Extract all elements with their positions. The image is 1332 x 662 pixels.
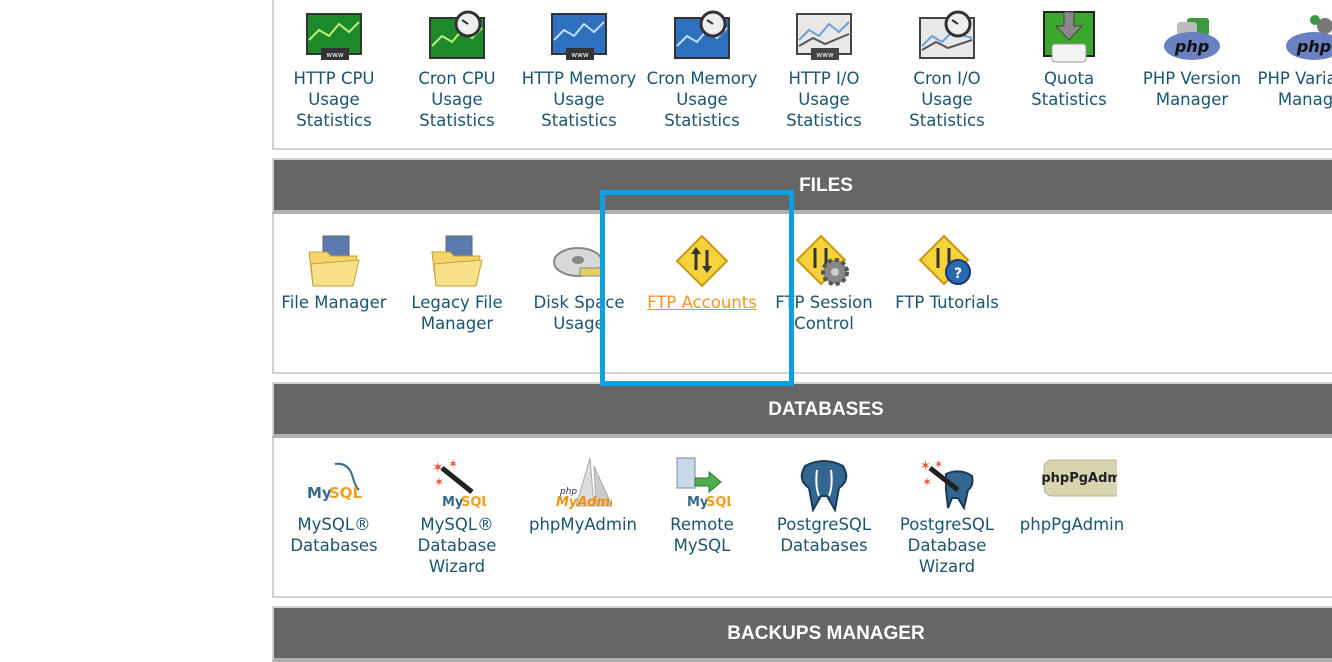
files-item-ftp-session-control[interactable]: FTP Session Control (765, 234, 883, 334)
svg-text:SQL: SQL (461, 495, 486, 510)
item-label: Remote MySQL (670, 515, 734, 555)
svg-text:www: www (326, 51, 343, 59)
svg-text:MyAdmin: MyAdmin (556, 495, 612, 510)
item-label: Cron I/O Usage Statistics (909, 69, 985, 130)
metrics-item-cron-io[interactable]: Cron I/O Usage Statistics (888, 10, 1006, 131)
svg-text:SQL: SQL (706, 495, 731, 510)
item-label: MySQL® Database Wizard (417, 515, 497, 576)
svg-text:✶: ✶ (920, 459, 931, 474)
metrics-item-php-variables[interactable]: php PHP Variables Manager (1255, 10, 1332, 110)
cron-io-chart-icon (919, 10, 975, 59)
postgresql-icon (800, 460, 848, 512)
svg-text:php: php (1296, 37, 1331, 56)
item-label: HTTP I/O Usage Statistics (786, 69, 862, 130)
item-label: PHP Variables Manager (1257, 69, 1332, 109)
databases-item-phpmyadmin[interactable]: phpMyAdmin phpMyAdmin (524, 456, 642, 535)
databases-item-remote-mysql[interactable]: My SQL Remote MySQL (643, 456, 761, 556)
phpmyadmin-icon: phpMyAdmin (556, 457, 612, 510)
ftp-help-icon: ? (918, 234, 971, 286)
files-item-ftp-accounts[interactable]: FTP Accounts (643, 234, 761, 313)
svg-text:php: php (1174, 37, 1209, 56)
svg-text:phpPgAdmin: phpPgAdmin (1041, 471, 1117, 486)
http-io-chart-icon: www (796, 13, 852, 60)
quota-drive-icon (1043, 11, 1095, 63)
svg-text:www: www (816, 51, 833, 59)
ftp-icon (675, 234, 729, 288)
phppgadmin-icon: phpPgAdmin (1041, 459, 1117, 497)
item-label: HTTP CPU Usage Statistics (293, 69, 375, 130)
mysql-wizard-icon: ✶ ✶✶MySQL (432, 457, 486, 510)
item-label: Cron Memory Usage Statistics (646, 69, 758, 130)
item-label: phpMyAdmin (529, 515, 637, 534)
metrics-item-http-cpu[interactable]: www HTTP CPU Usage Statistics (275, 10, 393, 131)
folder-icon (431, 235, 483, 287)
item-label: phpPgAdmin (1019, 515, 1125, 534)
metrics-item-php-version[interactable]: php PHP Version Manager (1133, 10, 1251, 110)
http-cpu-chart-icon: www (306, 13, 362, 60)
databases-item-postgresql-wizard[interactable]: ✶ ✶ ✶ PostgreSQL Database Wizard (888, 456, 1006, 577)
item-label: HTTP Memory Usage Statistics (521, 69, 637, 130)
metrics-item-quota[interactable]: Quota Statistics (1010, 10, 1128, 110)
cron-memory-chart-icon (674, 10, 730, 59)
files-item-legacy-file-manager[interactable]: Legacy File Manager (398, 234, 516, 334)
item-label: Cron CPU Usage Statistics (418, 69, 496, 130)
metrics-item-http-memory[interactable]: www HTTP Memory Usage Statistics (520, 10, 638, 131)
databases-section-header: DATABASES (272, 382, 1332, 438)
files-item-disk-space-usage[interactable]: Disk Space Usage (520, 234, 638, 334)
item-label: PostgreSQL Database Wizard (899, 515, 995, 576)
databases-item-mysql-databases[interactable]: My SQL MySQL® Databases (275, 456, 393, 556)
databases-item-phppgadmin[interactable]: phpPgAdmin phpPgAdmin (1013, 456, 1131, 535)
item-label: File Manager (281, 293, 387, 312)
svg-text:✶: ✶ (922, 475, 932, 489)
files-section-title: FILES (799, 175, 853, 196)
svg-text:www: www (571, 51, 588, 59)
php-variables-icon: php (1286, 15, 1332, 60)
item-label: Legacy File Manager (411, 293, 503, 333)
http-memory-chart-icon: www (551, 13, 607, 60)
disk-icon (553, 247, 605, 277)
svg-text:SQL: SQL (329, 484, 363, 502)
item-label: PHP Version Manager (1142, 69, 1242, 109)
item-label: FTP Session Control (775, 293, 873, 333)
files-item-file-manager[interactable]: File Manager (275, 234, 393, 313)
item-label: FTP Accounts (647, 293, 757, 312)
databases-item-postgresql-databases[interactable]: PostgreSQL Databases (765, 456, 883, 556)
item-label: MySQL® Databases (290, 515, 378, 555)
metrics-item-cron-memory[interactable]: Cron Memory Usage Statistics (643, 10, 761, 131)
item-label: Disk Space Usage (533, 293, 625, 333)
php-version-icon: php (1164, 18, 1220, 60)
backups-section-title: BACKUPS MANAGER (727, 623, 925, 644)
cron-cpu-chart-icon (429, 10, 485, 59)
remote-mysql-icon: MySQL (676, 457, 731, 510)
svg-text:✶: ✶ (448, 457, 458, 471)
databases-section-title: DATABASES (768, 399, 884, 420)
files-item-ftp-tutorials[interactable]: ? FTP Tutorials (888, 234, 1006, 313)
svg-text:✶: ✶ (432, 460, 444, 476)
files-section-header: FILES (272, 158, 1332, 214)
metrics-item-cron-cpu[interactable]: Cron CPU Usage Statistics (398, 10, 516, 131)
svg-text:?: ? (954, 266, 962, 282)
ftp-gear-icon (795, 234, 849, 286)
item-label: PostgreSQL Databases (776, 515, 872, 555)
svg-text:✶: ✶ (434, 475, 444, 489)
item-label: Quota Statistics (1031, 69, 1107, 109)
databases-item-mysql-wizard[interactable]: ✶ ✶ ✶ My SQL MySQL® Database Wizard (398, 456, 516, 577)
backups-section-header: BACKUPS MANAGER (272, 606, 1332, 662)
metrics-item-http-io[interactable]: www HTTP I/O Usage Statistics (765, 10, 883, 131)
folder-icon (308, 235, 360, 287)
mysql-icon: MySQL (307, 462, 363, 502)
item-label: FTP Tutorials (895, 293, 999, 312)
postgresql-wizard-icon: ✶ ✶✶ (920, 458, 974, 511)
